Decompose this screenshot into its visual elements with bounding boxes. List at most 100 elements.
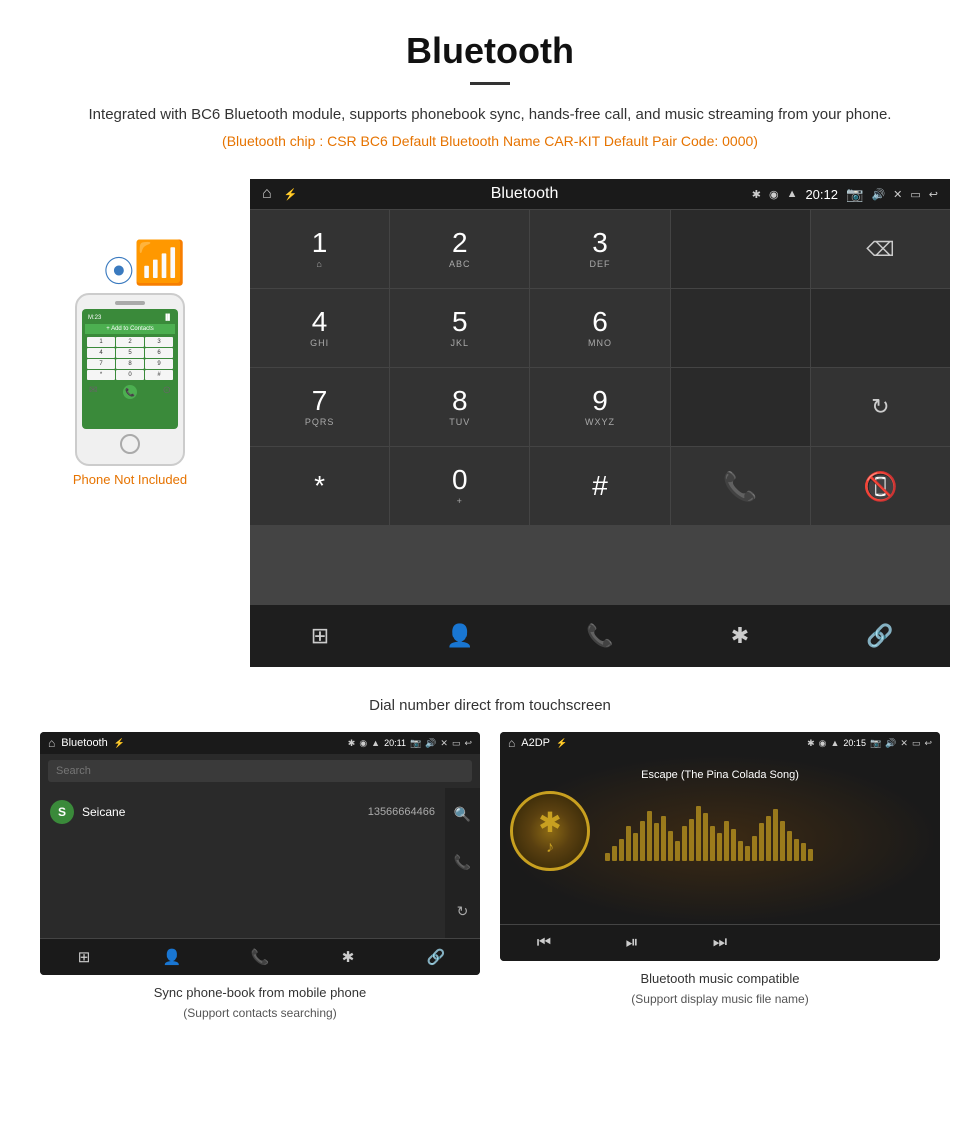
dial-key-hash[interactable]: # xyxy=(530,447,669,525)
music-extra-1[interactable] xyxy=(764,930,852,956)
dial-key-2[interactable]: 2 ABC xyxy=(390,210,529,288)
mini-bt-icon: ✱ xyxy=(348,738,356,749)
car-screen-title: Bluetooth xyxy=(491,185,559,203)
volume-icon: 🔊 xyxy=(871,188,885,201)
music-header: ⌂ A2DP ⚡ ✱ ◉ ▲ 20:15 📷 🔊 ✕ ▭ ↩ xyxy=(500,732,940,754)
home-icon[interactable]: ⌂ xyxy=(262,185,272,203)
dial-key-star[interactable]: * xyxy=(250,447,389,525)
phone-speaker xyxy=(115,301,145,305)
dial-key-empty-3 xyxy=(811,289,950,367)
visualizer-bar xyxy=(647,811,652,861)
visualizer-bar xyxy=(633,833,638,861)
phonebook-caption: Sync phone-book from mobile phone (Suppo… xyxy=(154,975,366,1026)
visualizer-bar xyxy=(780,821,785,861)
visualizer-bar xyxy=(619,839,624,861)
nav-contacts[interactable]: 👤 xyxy=(390,615,530,657)
nav-dialpad[interactable]: ⊞ xyxy=(250,615,390,657)
pb-nav-phone[interactable]: 📞 xyxy=(216,944,304,970)
music-note-icon: ♪ xyxy=(546,839,554,857)
music-next-icon[interactable]: ⏭ xyxy=(676,930,764,956)
music-bt-icon: ✱ xyxy=(807,738,815,749)
visualizer-bar xyxy=(703,813,708,861)
phone-screen: M:23▐▌ + Add to Contacts 123 456 789 *0#… xyxy=(82,309,178,429)
phone-home-button xyxy=(120,434,140,454)
back-icon[interactable]: ↩ xyxy=(929,188,938,201)
phone-not-included-label: Phone Not Included xyxy=(73,472,187,487)
music-content: Escape (The Pina Colada Song) ✱ ♪ xyxy=(500,754,940,924)
dial-key-7[interactable]: 7 PQRS xyxy=(250,368,389,446)
refresh-button[interactable]: ↻ xyxy=(811,368,950,446)
page-title: Bluetooth xyxy=(20,30,960,72)
mini-close[interactable]: ✕ xyxy=(440,738,448,749)
dial-key-0[interactable]: 0 + xyxy=(390,447,529,525)
music-win-icon: ▭ xyxy=(912,738,921,749)
music-header-icons: ✱ ◉ ▲ 20:15 📷 🔊 ✕ ▭ ↩ xyxy=(807,738,932,749)
car-dial-screen: ⌂ ⚡ Bluetooth ✱ ◉ ▲ 20:12 📷 🔊 ✕ ▭ ↩ 1 ⌂ xyxy=(250,179,950,667)
visualizer-bar xyxy=(808,849,813,861)
music-close-icon[interactable]: ✕ xyxy=(900,738,908,749)
visualizer-bar xyxy=(696,806,701,861)
visualizer-bar xyxy=(752,836,757,861)
phonebook-search-input[interactable] xyxy=(48,760,472,782)
bottom-screenshots: ⌂ Bluetooth ⚡ ✱ ◉ ▲ 20:11 📷 🔊 ✕ ▭ ↩ xyxy=(0,732,980,1036)
music-camera-icon: 📷 xyxy=(870,738,881,749)
music-home-icon[interactable]: ⌂ xyxy=(508,736,515,750)
mini-home-icon[interactable]: ⌂ xyxy=(48,736,55,750)
pb-nav-link[interactable]: 🔗 xyxy=(392,944,480,970)
dial-key-4[interactable]: 4 GHI xyxy=(250,289,389,367)
visualizer-bar xyxy=(787,831,792,861)
sidebar-phone-icon[interactable]: 📞 xyxy=(454,854,471,871)
visualizer-bar xyxy=(689,819,694,861)
music-play-pause-icon[interactable]: ⏯ xyxy=(588,930,676,956)
music-song-title: Escape (The Pina Colada Song) xyxy=(641,769,799,781)
music-album-art: ✱ ♪ xyxy=(510,791,590,871)
music-caption: Bluetooth music compatible (Support disp… xyxy=(631,961,808,1012)
phonebook-avatar: S xyxy=(50,800,74,824)
dial-key-9[interactable]: 9 WXYZ xyxy=(530,368,669,446)
backspace-button[interactable]: ⌫ xyxy=(811,210,950,288)
music-vol-icon: 🔊 xyxy=(885,738,896,749)
pb-nav-grid[interactable]: ⊞ xyxy=(40,944,128,970)
pb-nav-bt[interactable]: ✱ xyxy=(304,944,392,970)
pb-nav-person[interactable]: 👤 xyxy=(128,944,216,970)
nav-bluetooth[interactable]: ✱ xyxy=(670,615,810,657)
sidebar-refresh-icon[interactable]: ↻ xyxy=(457,903,469,920)
music-content-row: ✱ ♪ xyxy=(510,791,930,871)
mini-usb-icon: ⚡ xyxy=(114,738,125,749)
phone-illustration: 📶 ⦿ M:23▐▌ + Add to Contacts 123 456 789… xyxy=(30,179,230,487)
phonebook-screenshot-block: ⌂ Bluetooth ⚡ ✱ ◉ ▲ 20:11 📷 🔊 ✕ ▭ ↩ xyxy=(40,732,480,1026)
phonebook-item[interactable]: S Seicane 13566664466 xyxy=(40,792,445,832)
car-screen-header: ⌂ ⚡ Bluetooth ✱ ◉ ▲ 20:12 📷 🔊 ✕ ▭ ↩ xyxy=(250,179,950,210)
visualizer-bar xyxy=(731,829,736,861)
nav-phone[interactable]: 📞 xyxy=(530,615,670,657)
sidebar-search-icon[interactable]: 🔍 xyxy=(454,806,471,823)
main-section: 📶 ⦿ M:23▐▌ + Add to Contacts 123 456 789… xyxy=(0,179,980,687)
music-back-icon[interactable]: ↩ xyxy=(924,738,932,749)
music-usb-icon: ⚡ xyxy=(556,738,567,749)
dial-key-3[interactable]: 3 DEF xyxy=(530,210,669,288)
mini-back[interactable]: ↩ xyxy=(464,738,472,749)
close-icon[interactable]: ✕ xyxy=(893,188,902,201)
page-description: Integrated with BC6 Bluetooth module, su… xyxy=(20,103,960,127)
visualizer-bar xyxy=(626,826,631,861)
page-header: Bluetooth Integrated with BC6 Bluetooth … xyxy=(0,0,980,179)
music-loc-icon: ◉ xyxy=(819,738,827,749)
nav-link[interactable]: 🔗 xyxy=(810,615,950,657)
contact-number: 13566664466 xyxy=(368,806,435,818)
dial-key-empty-1 xyxy=(671,210,810,288)
music-extra-2[interactable] xyxy=(852,930,940,956)
end-call-button[interactable]: 📵 xyxy=(811,447,950,525)
dial-key-8[interactable]: 8 TUV xyxy=(390,368,529,446)
music-screen: ⌂ A2DP ⚡ ✱ ◉ ▲ 20:15 📷 🔊 ✕ ▭ ↩ xyxy=(500,732,940,961)
mini-signal-icon: ▲ xyxy=(371,738,380,749)
visualizer-bar xyxy=(605,853,610,861)
dial-key-5[interactable]: 5 JKL xyxy=(390,289,529,367)
dial-key-1[interactable]: 1 ⌂ xyxy=(250,210,389,288)
call-button[interactable]: 📞 xyxy=(671,447,810,525)
music-prev-icon[interactable]: ⏮ xyxy=(500,930,588,956)
visualizer-bar xyxy=(738,841,743,861)
visualizer-bar xyxy=(745,846,750,861)
dial-key-6[interactable]: 6 MNO xyxy=(530,289,669,367)
camera-icon: 📷 xyxy=(846,186,863,203)
visualizer-bar xyxy=(724,821,729,861)
